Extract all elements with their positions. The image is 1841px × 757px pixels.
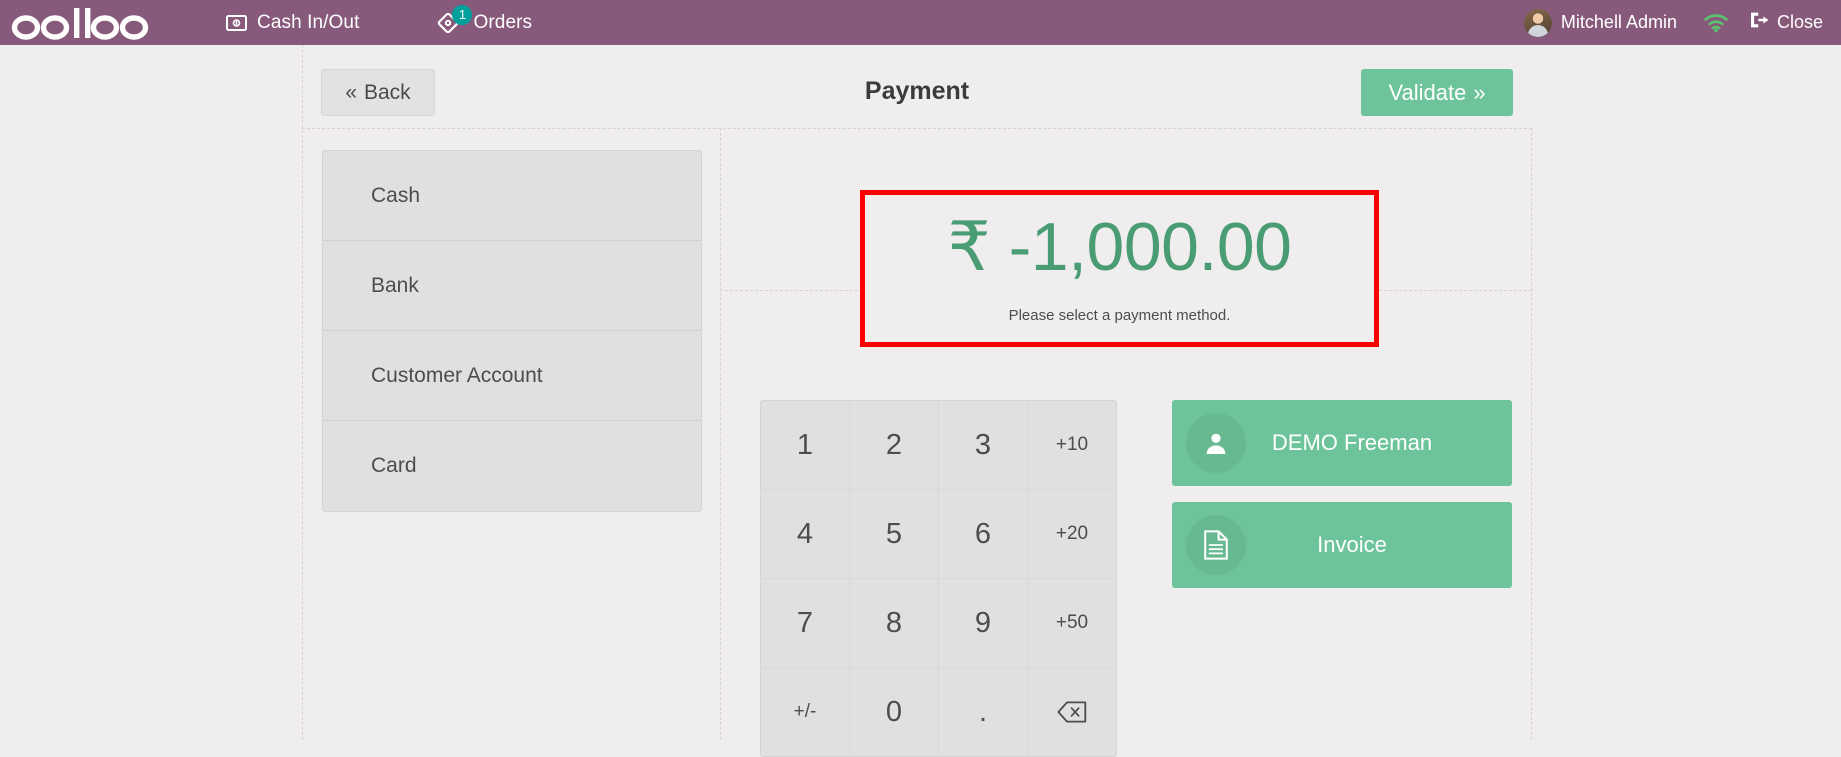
user-icon xyxy=(1186,413,1246,473)
numpad-key-label: +/- xyxy=(793,701,817,722)
layout-divider-middle xyxy=(720,128,721,740)
numpad-key-label: . xyxy=(978,695,988,728)
payment-method-label: Card xyxy=(371,454,417,477)
customer-button[interactable]: DEMO Freeman xyxy=(1172,400,1512,486)
numpad-key-label: 9 xyxy=(974,606,992,639)
payment-method-label: Bank xyxy=(371,273,419,297)
close-label: Close xyxy=(1776,12,1823,32)
numpad-key-label: +50 xyxy=(1055,612,1089,633)
numpad-key-4[interactable]: 4 xyxy=(761,490,849,578)
payment-method-card[interactable]: Card xyxy=(323,421,701,511)
close-button[interactable]: Close xyxy=(1743,11,1841,34)
orders-count-badge: 1 xyxy=(452,4,473,25)
validate-button[interactable]: Validate » xyxy=(1361,69,1513,116)
numpad-key-label: 3 xyxy=(974,428,992,461)
numpad-key-label: 0 xyxy=(885,695,903,728)
layout-divider-right xyxy=(1531,128,1532,740)
amount-due-value: ₹ -1,000.00 xyxy=(947,209,1293,285)
numpad-key-1[interactable]: 1 xyxy=(761,401,849,489)
screen-header: « Back Payment Validate » xyxy=(302,57,1532,127)
document-icon xyxy=(1186,515,1246,575)
payment-method-cash[interactable]: Cash xyxy=(323,151,701,241)
numpad-key-plus-20[interactable]: +20 xyxy=(1028,490,1116,578)
numpad-key-label: 2 xyxy=(885,428,903,461)
odoo-logo[interactable] xyxy=(0,0,208,45)
numpad-key-2[interactable]: 2 xyxy=(850,401,938,489)
numpad-key-3[interactable]: 3 xyxy=(939,401,1027,489)
numpad-key-label: 1 xyxy=(796,428,814,461)
layout-divider-header xyxy=(302,128,1532,129)
backspace-icon xyxy=(1057,701,1087,723)
validate-chevron-icon: » xyxy=(1473,79,1486,105)
payment-actions: DEMO Freeman Invoice xyxy=(1172,400,1512,604)
orders-label: Orders xyxy=(473,11,533,33)
payment-methods-list: Cash Bank Customer Account Card xyxy=(322,150,702,512)
orders-button[interactable]: 1 Orders xyxy=(377,0,550,45)
numpad-key-sign-toggle[interactable]: +/- xyxy=(761,668,849,756)
cash-in-out-label: Cash In/Out xyxy=(257,11,360,33)
numpad-key-0[interactable]: 0 xyxy=(850,668,938,756)
wifi-status-icon[interactable] xyxy=(1689,13,1743,33)
money-bill-icon xyxy=(226,14,247,31)
invoice-button[interactable]: Invoice xyxy=(1172,502,1512,588)
numpad-key-label: 4 xyxy=(796,517,814,550)
page-title: Payment xyxy=(864,77,970,105)
payment-method-label: Customer Account xyxy=(371,363,543,387)
numpad-key-label: +10 xyxy=(1055,434,1089,455)
numpad-key-label: 6 xyxy=(974,517,992,550)
user-name-label: Mitchell Admin xyxy=(1560,12,1677,32)
payment-method-bank[interactable]: Bank xyxy=(323,241,701,331)
numpad-key-backspace[interactable] xyxy=(1028,668,1116,756)
user-menu[interactable]: Mitchell Admin xyxy=(1512,8,1689,37)
numpad-key-8[interactable]: 8 xyxy=(850,579,938,667)
numpad-key-plus-10[interactable]: +10 xyxy=(1028,401,1116,489)
payment-method-hint: Please select a payment method. xyxy=(1008,307,1231,324)
numpad-key-decimal[interactable]: . xyxy=(939,668,1027,756)
cash-in-out-button[interactable]: Cash In/Out xyxy=(208,0,377,45)
orders-tag-icon: 1 xyxy=(433,4,473,38)
numpad: 1 2 3 +10 4 5 6 +20 7 8 9 +50 +/- 0 . xyxy=(760,400,1117,757)
numpad-key-7[interactable]: 7 xyxy=(761,579,849,667)
payment-method-label: Cash xyxy=(371,183,421,207)
numpad-key-label: 5 xyxy=(885,517,903,550)
numpad-key-6[interactable]: 6 xyxy=(939,490,1027,578)
payment-screen: « Back Payment Validate » Cash Bank Cust… xyxy=(0,45,1841,757)
numpad-key-9[interactable]: 9 xyxy=(939,579,1027,667)
numpad-key-5[interactable]: 5 xyxy=(850,490,938,578)
avatar xyxy=(1523,8,1552,37)
logout-icon xyxy=(1749,11,1769,34)
top-navigation-bar: Cash In/Out 1 Orders Mitchell Admin Clos… xyxy=(0,0,1841,45)
numpad-key-label: 7 xyxy=(796,606,814,639)
numpad-key-label: 8 xyxy=(885,606,903,639)
amount-due-panel: ₹ -1,000.00 Please select a payment meth… xyxy=(860,190,1379,347)
layout-divider-left xyxy=(302,45,303,740)
validate-label: Validate xyxy=(1388,79,1467,105)
numpad-key-label: +20 xyxy=(1055,523,1089,544)
numpad-key-plus-50[interactable]: +50 xyxy=(1028,579,1116,667)
payment-method-customer-account[interactable]: Customer Account xyxy=(323,331,701,421)
